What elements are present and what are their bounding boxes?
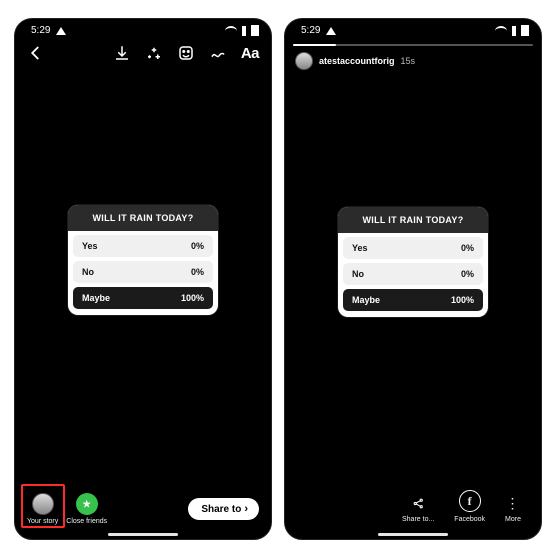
poll-option-pct: 100%	[181, 293, 204, 303]
share-to-button[interactable]: Share to...	[402, 494, 434, 523]
story-canvas[interactable]: WILL IT RAIN TODAY? Yes 0% No 0% Maybe 1…	[285, 74, 541, 480]
status-time: 5:29	[301, 25, 320, 36]
poll-option-label: No	[352, 269, 364, 279]
sticker-icon[interactable]	[177, 44, 195, 62]
draw-icon[interactable]	[209, 44, 227, 62]
close-friends-button[interactable]: Close friends	[66, 493, 107, 525]
story-age: 15s	[401, 56, 416, 66]
share-to-button[interactable]: Share to ›	[188, 498, 259, 520]
poll-question: WILL IT RAIN TODAY?	[68, 205, 218, 231]
facebook-icon: f	[459, 490, 481, 512]
more-icon: ⋮	[506, 494, 521, 512]
facebook-label: Facebook	[454, 516, 485, 523]
poll-option-label: Maybe	[352, 295, 380, 305]
download-icon[interactable]	[113, 44, 131, 62]
story-progress-segment	[293, 44, 533, 46]
wifi-icon	[495, 26, 507, 36]
status-bar: 5:29	[15, 19, 271, 38]
story-canvas[interactable]: WILL IT RAIN TODAY? Yes 0% No 0% Maybe 1…	[15, 66, 271, 483]
poll-option-pct: 100%	[451, 295, 474, 305]
status-bar: 5:29	[285, 19, 541, 38]
editor-toolbar: Aa	[15, 38, 271, 66]
your-story-button[interactable]: Your story	[27, 493, 58, 525]
story-header[interactable]: atestaccountforig 15s	[285, 48, 541, 74]
back-button[interactable]	[27, 44, 45, 62]
poll-question: WILL IT RAIN TODAY?	[338, 207, 488, 233]
poll-option-1[interactable]: Yes 0%	[343, 237, 483, 259]
more-button[interactable]: ⋮ More	[505, 494, 521, 523]
poll-option-label: Yes	[352, 243, 368, 253]
chevron-right-icon: ›	[244, 503, 248, 515]
your-story-label: Your story	[27, 518, 58, 525]
share-label: Share to...	[402, 516, 434, 523]
more-label: More	[505, 516, 521, 523]
viewer-action-bar: Share to... f Facebook ⋮ More	[285, 480, 541, 539]
poll-sticker[interactable]: WILL IT RAIN TODAY? Yes 0% No 0% Maybe 1…	[338, 207, 488, 317]
status-time: 5:29	[31, 25, 50, 36]
story-username[interactable]: atestaccountforig	[319, 56, 395, 66]
share-to-label: Share to	[201, 504, 241, 515]
warning-icon	[326, 27, 336, 35]
wifi-icon	[225, 26, 237, 36]
poll-option-label: Maybe	[82, 293, 110, 303]
poll-option-1[interactable]: Yes 0%	[73, 235, 213, 257]
poll-option-3[interactable]: Maybe 100%	[343, 289, 483, 311]
signal-icon	[242, 26, 246, 36]
signal-icon	[512, 26, 516, 36]
story-progress	[285, 38, 541, 48]
close-friends-label: Close friends	[66, 518, 107, 525]
text-tool-button[interactable]: Aa	[241, 45, 259, 62]
facebook-button[interactable]: f Facebook	[454, 490, 485, 523]
poll-option-label: No	[82, 267, 94, 277]
effects-icon[interactable]	[145, 44, 163, 62]
poll-option-label: Yes	[82, 241, 98, 251]
poll-option-pct: 0%	[461, 243, 474, 253]
phone-story-viewer: 5:29 atestaccountforig 15s WILL IT RAIN …	[284, 18, 542, 540]
home-indicator	[108, 533, 178, 536]
editor-share-bar: Your story Close friends Share to ›	[15, 483, 271, 539]
poll-sticker[interactable]: WILL IT RAIN TODAY? Yes 0% No 0% Maybe 1…	[68, 205, 218, 315]
poll-option-pct: 0%	[191, 241, 204, 251]
poll-option-2[interactable]: No 0%	[343, 263, 483, 285]
poll-option-3[interactable]: Maybe 100%	[73, 287, 213, 309]
battery-icon	[251, 25, 259, 36]
poll-option-pct: 0%	[461, 269, 474, 279]
poll-option-2[interactable]: No 0%	[73, 261, 213, 283]
avatar-icon	[295, 52, 313, 70]
avatar-icon	[32, 493, 54, 515]
battery-icon	[521, 25, 529, 36]
phone-story-editor: 5:29 Aa WILL IT RAIN TODAY?	[14, 18, 272, 540]
home-indicator	[378, 533, 448, 536]
close-friends-icon	[76, 493, 98, 515]
poll-option-pct: 0%	[191, 267, 204, 277]
warning-icon	[56, 27, 66, 35]
share-icon	[409, 494, 427, 512]
